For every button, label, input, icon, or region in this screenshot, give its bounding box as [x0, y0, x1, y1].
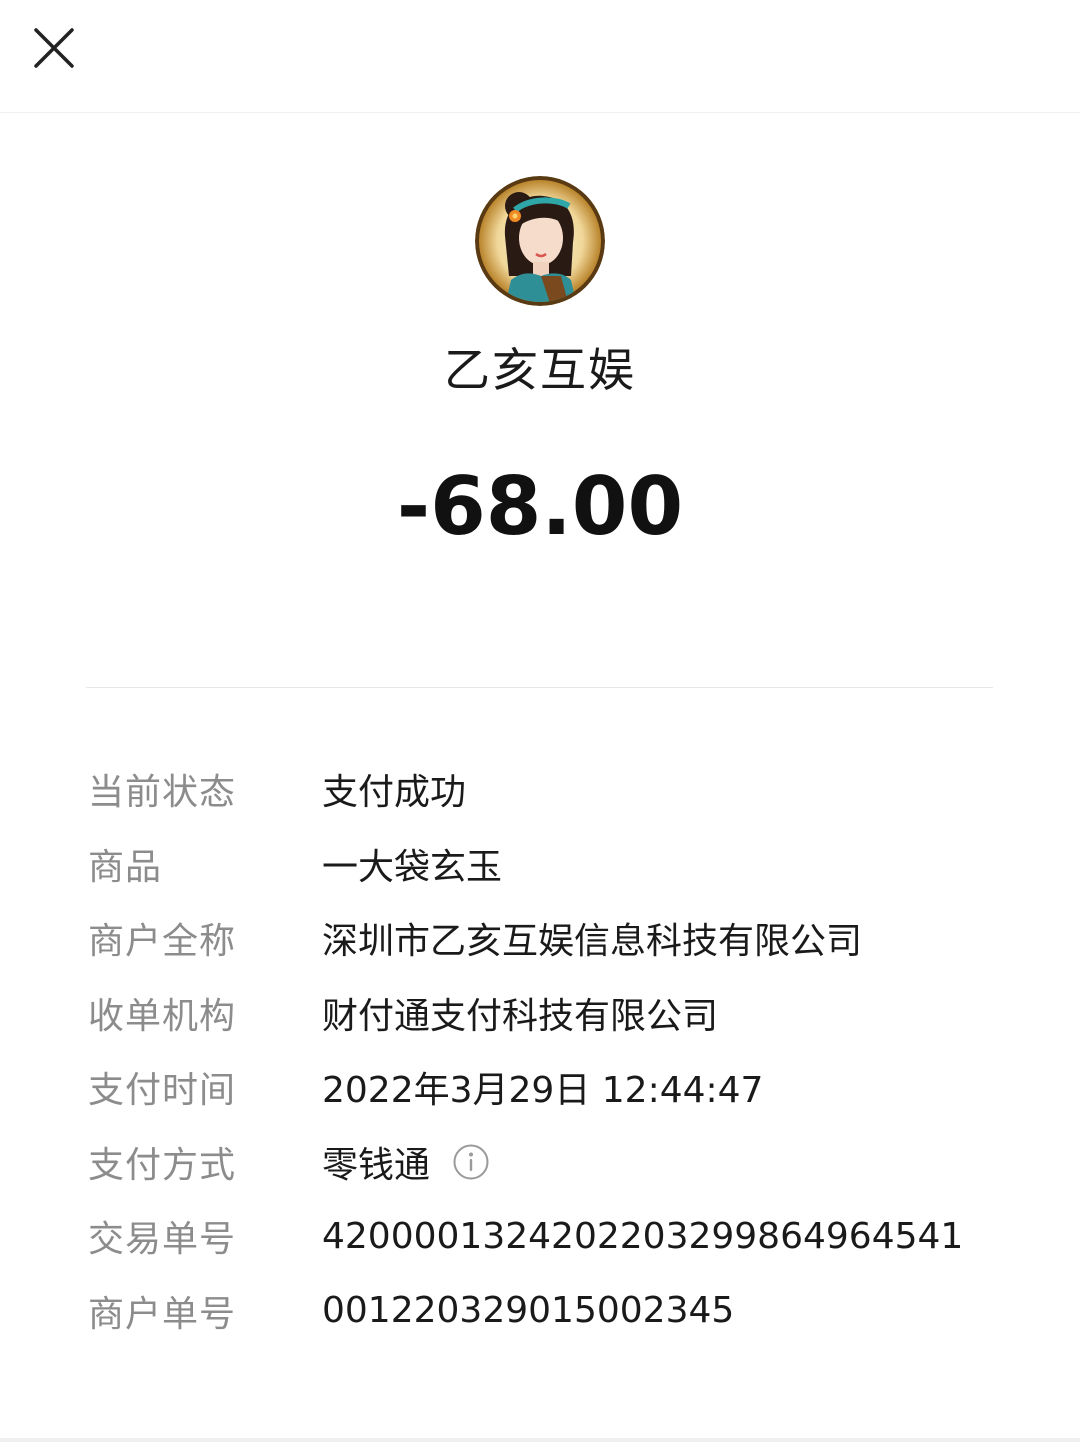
detail-value: 支付成功 [322, 772, 467, 814]
detail-row-payment-method: 支付方式 零钱通 [88, 1125, 1008, 1200]
detail-row-transaction-id: 交易单号 4200001324202203299864964541 [88, 1199, 1008, 1274]
detail-label: 商户全称 [88, 921, 237, 963]
detail-label: 商品 [88, 846, 163, 888]
merchant-avatar-icon [475, 176, 605, 306]
detail-value: 深圳市乙亥互娱信息科技有限公司 [322, 921, 863, 963]
detail-label: 交易单号 [88, 1219, 237, 1261]
detail-label: 收单机构 [88, 995, 237, 1037]
info-icon[interactable] [452, 1143, 490, 1181]
merchant-name: 乙亥互娱 [444, 343, 636, 397]
detail-label: 当前状态 [88, 772, 237, 814]
payment-detail-page: 乙亥互娱 -68.00 当前状态 支付成功 商品 一大袋玄玉 商户全称 深圳市乙… [0, 0, 1080, 1442]
detail-label: 支付时间 [88, 1070, 237, 1112]
detail-value: 001220329015002345 [322, 1290, 735, 1332]
detail-label: 商户单号 [88, 1293, 237, 1335]
top-bar [0, 0, 1080, 113]
detail-row-merchant-order-id: 商户单号 001220329015002345 [88, 1274, 1008, 1349]
detail-value: 一大袋玄玉 [322, 846, 503, 888]
payment-amount: -68.00 [396, 460, 684, 553]
detail-row-status: 当前状态 支付成功 [88, 752, 1008, 827]
bottom-separator [0, 1438, 1080, 1442]
detail-value-payment-method: 零钱通 [322, 1136, 490, 1188]
payment-details-list: 当前状态 支付成功 商品 一大袋玄玉 商户全称 深圳市乙亥互娱信息科技有限公司 … [88, 752, 1008, 1348]
detail-value: 4200001324202203299864964541 [322, 1215, 964, 1257]
detail-value: 财付通支付科技有限公司 [322, 995, 719, 1037]
detail-row-merchant-fullname: 商户全称 深圳市乙亥互娱信息科技有限公司 [88, 901, 1008, 976]
detail-row-acquirer: 收单机构 财付通支付科技有限公司 [88, 976, 1008, 1051]
divider [86, 687, 993, 688]
merchant-header: 乙亥互娱 [0, 176, 1080, 398]
detail-value: 2022年3月29日 12:44:47 [322, 1070, 764, 1112]
close-icon[interactable] [28, 22, 80, 74]
detail-row-payment-time: 支付时间 2022年3月29日 12:44:47 [88, 1050, 1008, 1125]
detail-label: 支付方式 [88, 1144, 237, 1186]
payment-method-text: 零钱通 [322, 1144, 431, 1186]
detail-row-product: 商品 一大袋玄玉 [88, 827, 1008, 902]
